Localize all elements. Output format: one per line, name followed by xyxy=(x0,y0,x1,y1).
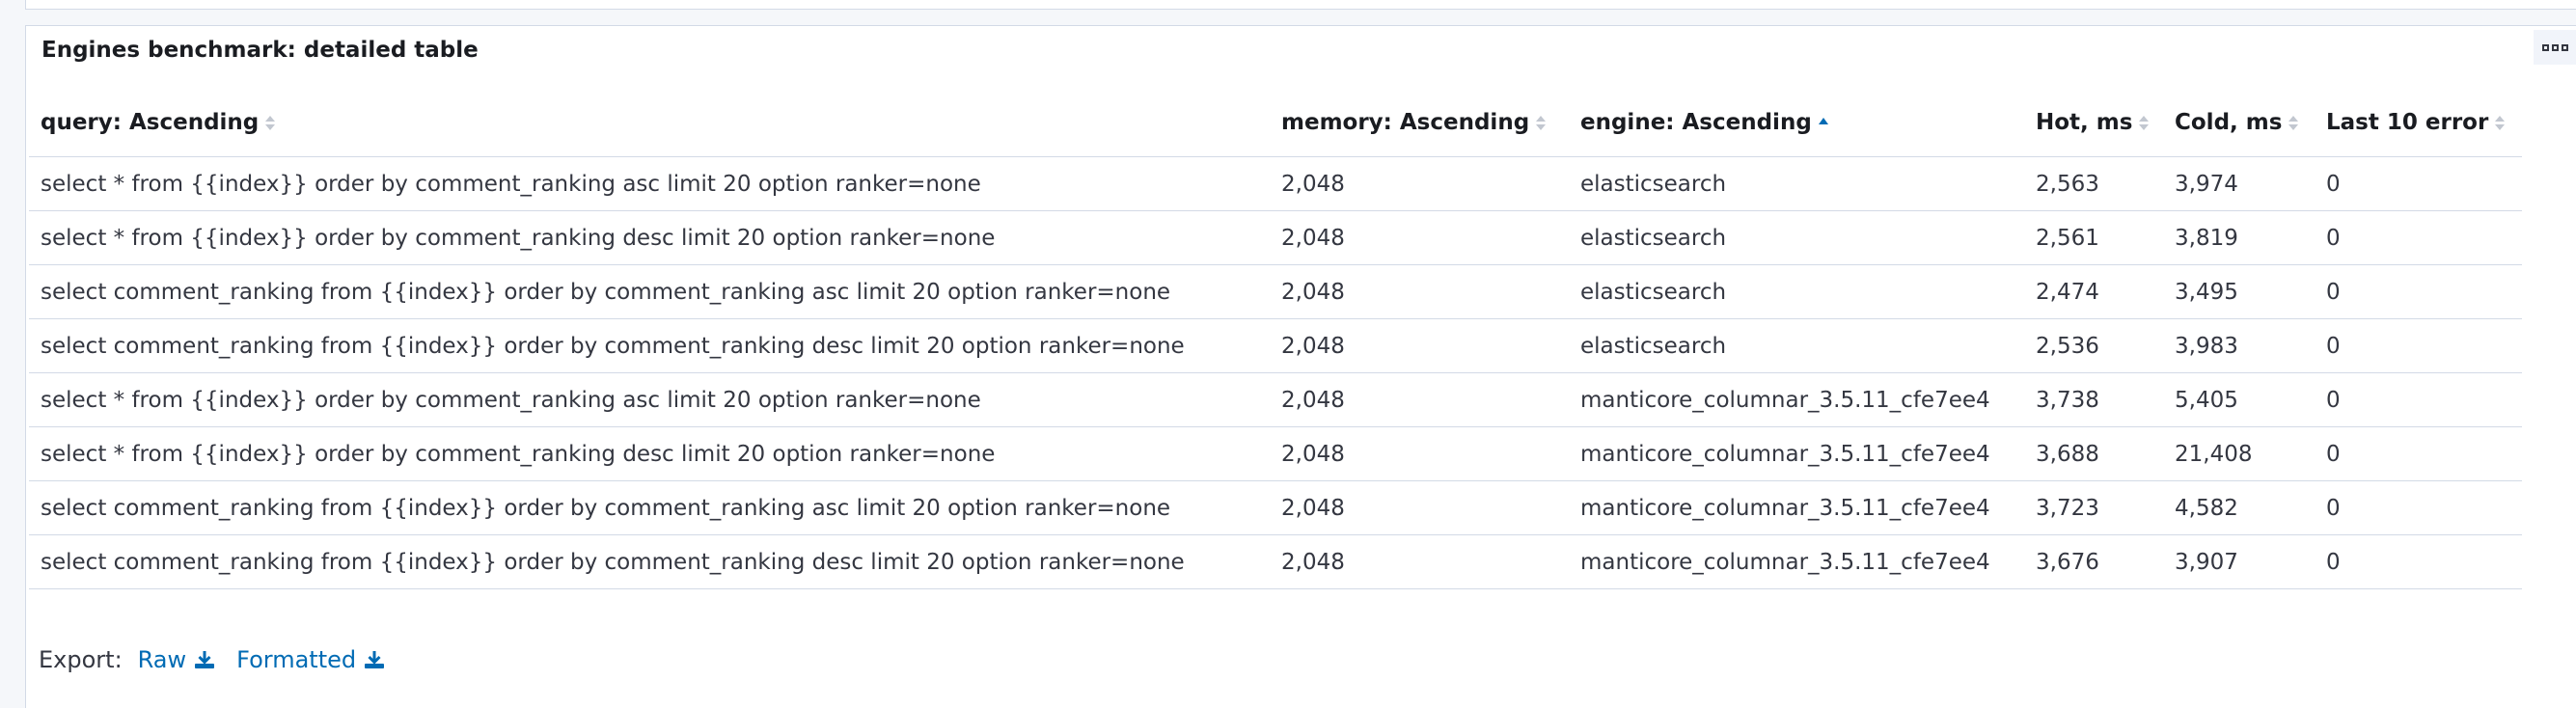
table-cell: 21,408 xyxy=(2163,426,2315,481)
table-cell: select comment_ranking from {{index}} or… xyxy=(29,264,1270,319)
table-cell: 2,048 xyxy=(1270,372,1569,427)
table-cell: select * from {{index}} order by comment… xyxy=(29,156,1270,211)
previous-panel-edge xyxy=(25,0,2576,10)
table-cell: select * from {{index}} order by comment… xyxy=(29,372,1270,427)
table-cell: select comment_ranking from {{index}} or… xyxy=(29,534,1270,589)
table-cell: select comment_ranking from {{index}} or… xyxy=(29,318,1270,373)
table-body: select * from {{index}} order by comment… xyxy=(29,156,2522,589)
table-row: select comment_ranking from {{index}} or… xyxy=(29,318,2522,373)
table-cell: 2,048 xyxy=(1270,318,1569,373)
table-cell: manticore_columnar_3.5.11_cfe7ee4 xyxy=(1569,426,2024,481)
table-cell: 2,048 xyxy=(1270,534,1569,589)
table-cell: 2,048 xyxy=(1270,426,1569,481)
sort-icon[interactable] xyxy=(264,114,276,133)
table-cell: 0 xyxy=(2315,318,2522,373)
download-icon xyxy=(365,651,385,668)
header-row: query: Ascending memory: Ascending engine:… xyxy=(29,89,2522,157)
options-icon xyxy=(2541,43,2568,51)
table-cell: 2,048 xyxy=(1270,210,1569,265)
export-bar: Export: Raw Formatted xyxy=(39,646,406,673)
column-header[interactable]: query: Ascending xyxy=(29,89,1270,157)
table-row: select comment_ranking from {{index}} or… xyxy=(29,264,2522,319)
download-icon xyxy=(195,651,215,668)
column-header-label: Last 10 error xyxy=(2326,110,2489,135)
table-cell: select * from {{index}} order by comment… xyxy=(29,210,1270,265)
sort-icon[interactable] xyxy=(2138,114,2150,133)
table-cell: 2,474 xyxy=(2024,264,2163,319)
table-cell: 0 xyxy=(2315,534,2522,589)
table-row: select comment_ranking from {{index}} or… xyxy=(29,534,2522,589)
benchmark-table: query: Ascending memory: Ascending engine:… xyxy=(29,89,2522,589)
column-header-label: Hot, ms xyxy=(2036,110,2133,135)
table-cell: 3,983 xyxy=(2163,318,2315,373)
export-raw-link[interactable]: Raw xyxy=(138,646,215,673)
sort-icon[interactable] xyxy=(2288,114,2299,133)
sort-icon[interactable] xyxy=(1818,114,1829,133)
table-cell: 3,907 xyxy=(2163,534,2315,589)
column-header-label: Cold, ms xyxy=(2175,110,2283,135)
panel-title: Engines benchmark: detailed table xyxy=(41,38,479,63)
table-cell: elasticsearch xyxy=(1569,318,2024,373)
column-header[interactable]: Last 10 error xyxy=(2315,89,2522,157)
table-cell: 3,495 xyxy=(2163,264,2315,319)
panel-options-button[interactable] xyxy=(2534,30,2576,65)
sort-icon[interactable] xyxy=(2494,114,2506,133)
table-cell: select comment_ranking from {{index}} or… xyxy=(29,480,1270,535)
table-cell: 3,676 xyxy=(2024,534,2163,589)
table-cell: 2,563 xyxy=(2024,156,2163,211)
table-row: select * from {{index}} order by comment… xyxy=(29,156,2522,211)
table-cell: 3,688 xyxy=(2024,426,2163,481)
table-cell: 5,405 xyxy=(2163,372,2315,427)
table-row: select * from {{index}} order by comment… xyxy=(29,426,2522,481)
export-label: Export: xyxy=(39,646,123,673)
table-cell: manticore_columnar_3.5.11_cfe7ee4 xyxy=(1569,372,2024,427)
table-cell: 2,048 xyxy=(1270,156,1569,211)
table-cell: manticore_columnar_3.5.11_cfe7ee4 xyxy=(1569,534,2024,589)
table-cell: 2,048 xyxy=(1270,264,1569,319)
sort-icon[interactable] xyxy=(1535,114,1547,133)
column-header[interactable]: Cold, ms xyxy=(2163,89,2315,157)
table-row: select * from {{index}} order by comment… xyxy=(29,372,2522,427)
table-row: select comment_ranking from {{index}} or… xyxy=(29,480,2522,535)
column-header[interactable]: engine: Ascending xyxy=(1569,89,2024,157)
table-cell: elasticsearch xyxy=(1569,156,2024,211)
table-cell: 4,582 xyxy=(2163,480,2315,535)
table-cell: 3,738 xyxy=(2024,372,2163,427)
table-cell: 2,048 xyxy=(1270,480,1569,535)
export-formatted-label: Formatted xyxy=(236,646,357,673)
table-cell: 2,536 xyxy=(2024,318,2163,373)
table-cell: 0 xyxy=(2315,156,2522,211)
table-header: query: Ascending memory: Ascending engine:… xyxy=(29,89,2522,157)
table-cell: select * from {{index}} order by comment… xyxy=(29,426,1270,481)
table-cell: 0 xyxy=(2315,372,2522,427)
table-cell: 3,723 xyxy=(2024,480,2163,535)
table-cell: 3,819 xyxy=(2163,210,2315,265)
table-cell: elasticsearch xyxy=(1569,210,2024,265)
table-cell: 0 xyxy=(2315,426,2522,481)
export-raw-label: Raw xyxy=(137,646,187,673)
column-header-label: query: Ascending xyxy=(41,110,260,135)
column-header[interactable]: memory: Ascending xyxy=(1270,89,1569,157)
table-row: select * from {{index}} order by comment… xyxy=(29,210,2522,265)
column-header[interactable]: Hot, ms xyxy=(2024,89,2163,157)
table-cell: manticore_columnar_3.5.11_cfe7ee4 xyxy=(1569,480,2024,535)
table-cell: 0 xyxy=(2315,210,2522,265)
table-cell: 2,561 xyxy=(2024,210,2163,265)
column-header-label: engine: Ascending xyxy=(1580,110,1812,135)
export-formatted-link[interactable]: Formatted xyxy=(236,646,385,673)
table-cell: 0 xyxy=(2315,480,2522,535)
table-cell: 3,974 xyxy=(2163,156,2315,211)
table-cell: 0 xyxy=(2315,264,2522,319)
column-header-label: memory: Ascending xyxy=(1281,110,1530,135)
table-cell: elasticsearch xyxy=(1569,264,2024,319)
